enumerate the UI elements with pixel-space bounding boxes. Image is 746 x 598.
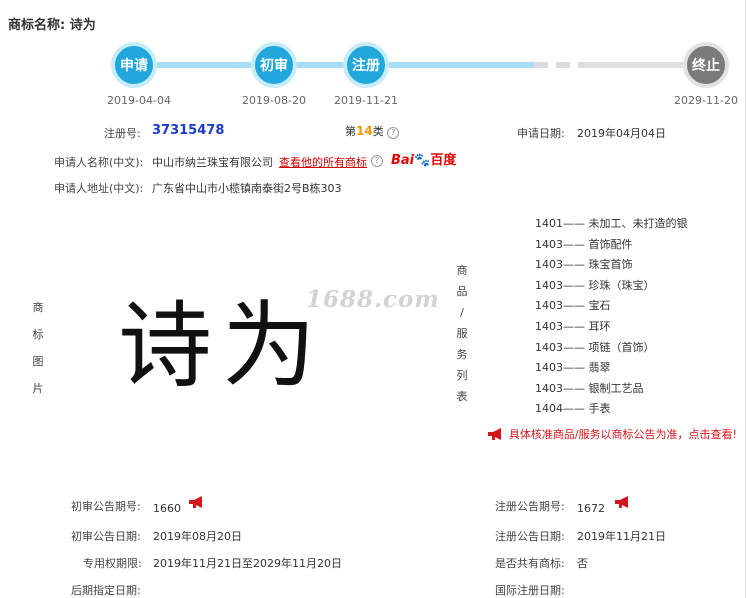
reg-bulletin-date-label: 注册公告日期: xyxy=(495,530,565,543)
apply-date-value: 2019年04月04日 xyxy=(577,127,666,140)
address-label: 申请人地址(中文): xyxy=(54,182,144,195)
megaphone-icon[interactable] xyxy=(614,496,632,508)
trademark-name-label: 商标名称: xyxy=(8,18,66,33)
timeline-step-apply: 申请 xyxy=(111,42,157,88)
goods-list-label: 商 品 / 服 务 列 表 xyxy=(456,264,468,403)
baidu-search-logo[interactable]: Bai🐾百度 xyxy=(391,149,456,168)
page-title: 商标名称: 诗为 xyxy=(8,14,96,33)
prelim-bulletin-no-label: 初审公告期号: xyxy=(71,500,141,513)
list-item: 1403—— 珠宝首饰 xyxy=(535,258,633,272)
timeline-step-prelim: 初审 xyxy=(251,42,297,88)
applicant-value: 中山市纳兰珠宝有限公司 xyxy=(152,156,273,169)
timeline-date-apply: 2019-04-04 xyxy=(107,94,171,107)
timeline-date-prelim: 2019-08-20 xyxy=(242,94,306,107)
list-item: 1403—— 宝石 xyxy=(535,299,611,313)
megaphone-icon xyxy=(488,428,501,440)
exclusive-period-label: 专用权期限: xyxy=(83,557,142,570)
exclusive-period-value: 2019年11月21日至2029年11月20日 xyxy=(153,557,342,570)
reg-no-label: 注册号: xyxy=(104,127,141,140)
help-icon[interactable]: ? xyxy=(371,155,383,167)
applicant-label: 申请人名称(中文): xyxy=(54,156,144,169)
trademark-image: 诗为 xyxy=(118,292,327,401)
help-icon[interactable]: ? xyxy=(387,127,400,139)
reg-no-value: 37315478 xyxy=(152,123,225,138)
paw-icon: 🐾 xyxy=(414,153,431,168)
list-item: 1403—— 项链（首饰） xyxy=(535,340,655,354)
goods-list: 1401—— 未加工、未打造的银 1403—— 首饰配件 1403—— 珠宝首饰… xyxy=(535,214,688,420)
timeline-date-terminate: 2029-11-20 xyxy=(674,94,738,107)
timeline-progress-bar xyxy=(134,62,534,68)
trademark-image-label: 商 标 图 片 xyxy=(32,301,44,395)
timeline-date-register: 2019-11-21 xyxy=(334,94,398,107)
prelim-bulletin-date-value: 2019年08月20日 xyxy=(153,530,242,543)
watermark: 1688.com xyxy=(306,286,440,313)
later-designation-label: 后期指定日期: xyxy=(71,584,141,597)
class-indicator: 第14类 ? xyxy=(345,123,400,139)
timeline-step-terminate: 终止 xyxy=(683,42,729,88)
goods-notice-link[interactable]: 具体核准商品/服务以商标公告为准，点击查看! xyxy=(487,426,737,442)
megaphone-icon[interactable] xyxy=(188,496,206,508)
prelim-bulletin-no-value: 1660 xyxy=(153,502,181,515)
list-item: 1403—— 首饰配件 xyxy=(535,237,633,251)
reg-bulletin-no-value: 1672 xyxy=(577,502,605,515)
intl-registration-label: 国际注册日期: xyxy=(495,584,565,597)
list-item: 1403—— 耳环 xyxy=(535,319,611,333)
list-item: 1403—— 银制工艺品 xyxy=(535,381,644,395)
timeline-step-register: 注册 xyxy=(343,42,389,88)
reg-bulletin-no-label: 注册公告期号: xyxy=(495,500,565,513)
shared-trademark-label: 是否共有商标: xyxy=(495,557,565,570)
list-item: 1401—— 未加工、未打造的银 xyxy=(535,217,688,230)
list-item: 1403—— 珍珠（珠宝） xyxy=(535,278,655,292)
list-item: 1403—— 翡翠 xyxy=(535,361,611,375)
reg-bulletin-date-value: 2019年11月21日 xyxy=(577,530,666,543)
list-item: 1404—— 手表 xyxy=(535,402,611,416)
see-all-trademarks-link[interactable]: 查看他的所有商标 xyxy=(279,154,367,170)
address-value: 广东省中山市小榄镇南泰街2号B栋303 xyxy=(152,182,342,195)
shared-trademark-value: 否 xyxy=(577,557,588,570)
timeline-dashed-segment xyxy=(534,62,584,68)
trademark-name-value: 诗为 xyxy=(69,18,96,33)
apply-date-label: 申请日期: xyxy=(517,127,565,140)
prelim-bulletin-date-label: 初审公告日期: xyxy=(71,530,141,543)
